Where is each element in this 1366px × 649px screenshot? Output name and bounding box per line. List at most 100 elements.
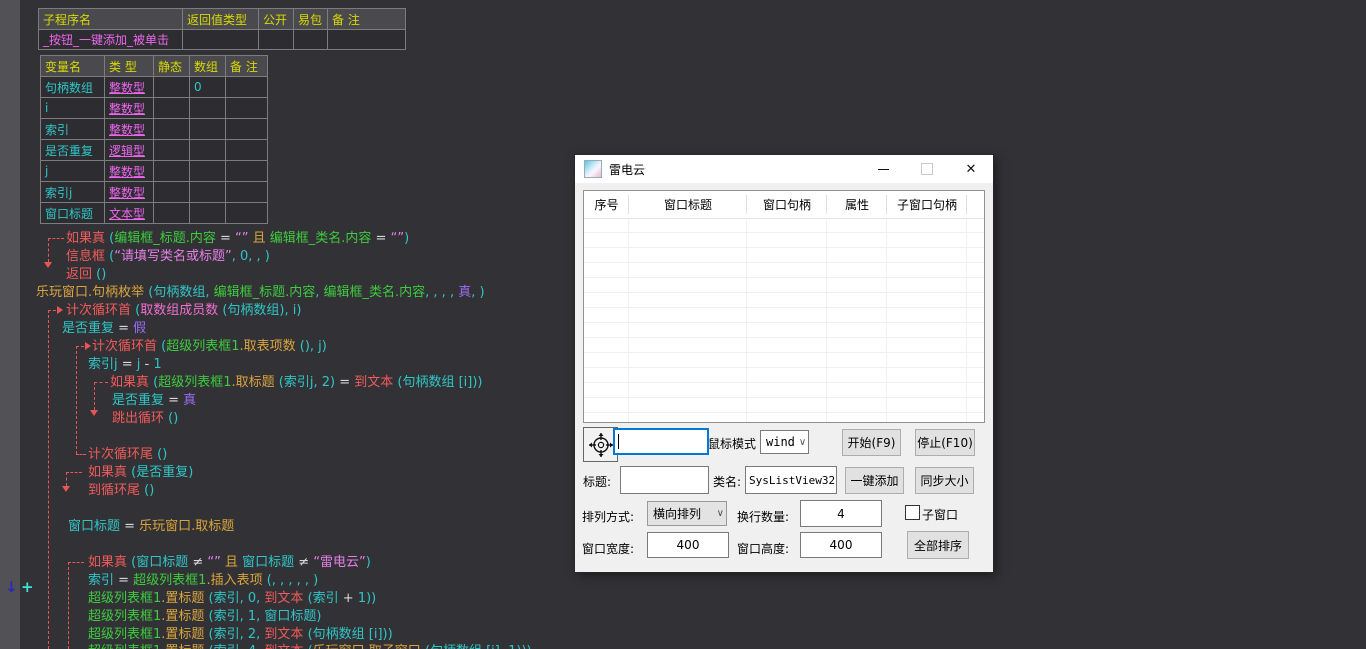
listview-gridline: [826, 218, 827, 422]
code-line[interactable]: 如果真 (是否重复): [88, 465, 193, 480]
mouse-mode-select[interactable]: wind ∨: [760, 430, 809, 454]
code-line[interactable]: 索引 = 超级列表框1.插入表项 (, , , , , ): [88, 573, 318, 588]
code-token: 编辑框_类名.内容: [324, 285, 426, 300]
code-line[interactable]: 乐玩窗口.句柄枚举 (句柄数组, 编辑框_标题.内容, 编辑框_类名.内容, ,…: [36, 285, 485, 300]
code-token: .置标题: [161, 609, 208, 624]
listview-gridline: [628, 218, 629, 422]
sort-all-button[interactable]: 全部排序: [907, 531, 969, 559]
flow-arrow-down-icon: [44, 262, 52, 268]
code-token: 编辑框_类名.内容: [270, 231, 372, 246]
child-window-checkbox[interactable]: [905, 505, 920, 520]
code-token: 超级列表框1: [88, 591, 161, 606]
code-token: 返回: [66, 267, 96, 282]
sync-size-button[interactable]: 同步大小: [915, 467, 974, 494]
code-token: (句柄数组), i): [222, 303, 301, 318]
flow-line-vertical: [48, 238, 49, 262]
code-token: =: [371, 231, 390, 246]
code-line[interactable]: 信息框 (“请填写类名或标题”, 0, , ): [66, 249, 270, 264]
code-token: 取数组成员数: [140, 303, 222, 318]
code-line[interactable]: 跳出循环 (): [112, 411, 178, 426]
one-key-add-button[interactable]: 一键添加: [845, 467, 904, 494]
code-line[interactable]: 到循环尾 (): [88, 483, 154, 498]
class-input[interactable]: SysListView32: [745, 466, 837, 494]
ldy-window: 雷电云 ✕ 序号窗口标题窗口句柄属性子窗口句柄: [575, 155, 993, 572]
code-line[interactable]: 返回 (): [66, 267, 106, 282]
code-token: “”: [235, 231, 248, 246]
start-button[interactable]: 开始(F9): [842, 429, 901, 456]
code-line[interactable]: 计次循环首 (取数组成员数 (句柄数组), i): [66, 303, 301, 318]
code-token: (句柄数组 [i])): [397, 375, 482, 390]
code-line[interactable]: 是否重复 = 真: [112, 393, 196, 408]
code-line[interactable]: 窗口标题 = 乐玩窗口.取标题: [68, 519, 234, 534]
code-token: =: [118, 321, 133, 336]
code-line[interactable]: 超级列表框1.置标题 (索引, 2, 到文本 (句柄数组 [i])): [88, 627, 393, 642]
chevron-down-icon: ∨: [717, 508, 724, 519]
listview-column-header[interactable]: 子窗口句柄: [887, 191, 967, 218]
code-line[interactable]: 超级列表框1.置标题 (索引, 1, 窗口标题): [88, 609, 322, 624]
code-line[interactable]: 计次循环首 (超级列表框1.取表项数 (), j): [92, 339, 327, 354]
flow-line-vertical: [76, 346, 77, 454]
wrap-count-input[interactable]: 4: [800, 500, 882, 527]
listview-column-header[interactable]: 窗口标题: [629, 191, 747, 218]
window-height-input[interactable]: 400: [800, 532, 882, 558]
flow-line-vertical: [68, 562, 69, 649]
code-line[interactable]: 索引j = j - 1: [88, 357, 162, 372]
code-token: .取标题: [232, 375, 279, 390]
code-token: 且: [221, 555, 242, 570]
code-token: 到文本: [264, 591, 307, 606]
window-width-input[interactable]: 400: [647, 532, 729, 558]
listview-column-header[interactable]: 窗口句柄: [747, 191, 827, 218]
code-token: =: [216, 231, 235, 246]
mouse-mode-value: wind: [766, 435, 795, 449]
code-line[interactable]: 超级列表框1.置标题 (索引, 0, 到文本 (索引 + 1)): [88, 591, 376, 606]
window-listview[interactable]: 序号窗口标题窗口句柄属性子窗口句柄: [583, 190, 985, 423]
flow-arrow-down-icon: [90, 410, 98, 416]
close-button[interactable]: ✕: [949, 155, 993, 183]
code-line[interactable]: 超级列表框1.置标题 (索引, 4, 到文本 (乐玩窗口.取子窗口 (句柄数组 …: [88, 644, 532, 649]
chevron-down-icon: ∨: [799, 437, 806, 448]
listview-body[interactable]: [584, 218, 984, 422]
text-caret: [618, 434, 619, 449]
code-token: 真: [458, 285, 471, 300]
code-line[interactable]: 是否重复 = 假: [62, 321, 146, 336]
maximize-button[interactable]: [905, 155, 949, 183]
title-input[interactable]: [620, 466, 709, 494]
code-line[interactable]: 如果真 (超级列表框1.取标题 (索引j, 2) = 到文本 (句柄数组 [i]…: [110, 375, 482, 390]
minimize-button[interactable]: [861, 155, 905, 183]
code-line[interactable]: 如果真 (窗口标题 ≠ “” 且 窗口标题 ≠ “雷电云”): [88, 555, 371, 570]
code-token: +: [343, 591, 358, 606]
code-token: , 0, , ): [232, 249, 270, 264]
code-token: “”: [207, 555, 220, 570]
listview-column-header[interactable]: 序号: [584, 191, 629, 218]
code-token: (是否重复): [131, 465, 193, 480]
wrap-count-label: 换行数量:: [737, 508, 789, 525]
listview-header[interactable]: 序号窗口标题窗口句柄属性子窗口句柄: [584, 191, 984, 219]
flow-line-horizontal: [76, 346, 84, 347]
window-height-label: 窗口高度:: [737, 540, 789, 557]
code-token: 计次循环尾: [88, 447, 157, 462]
code-token: .插入表项: [206, 573, 266, 588]
code-token: “请填写类名或标题”: [114, 249, 231, 264]
flow-arrow-right-icon: [57, 306, 63, 314]
code-token: 如果真: [66, 231, 109, 246]
code-token: 假: [133, 321, 146, 336]
listview-column-header[interactable]: 属性: [827, 191, 887, 218]
code-token: =: [122, 357, 137, 372]
code-token: 1: [153, 357, 161, 372]
code-token: (, , , , , ): [267, 573, 318, 588]
code-token: “”: [391, 231, 404, 246]
code-token: 超级列表框1: [158, 375, 231, 390]
stop-button[interactable]: 停止(F10): [915, 429, 975, 456]
capture-input[interactable]: [613, 428, 709, 455]
code-token: 超级列表框1: [88, 644, 161, 649]
code-token: 如果真: [88, 555, 131, 570]
code-line[interactable]: 计次循环尾 (): [88, 447, 167, 462]
code-token: 超级列表框1: [166, 339, 239, 354]
code-token: ≠: [298, 555, 313, 570]
flow-arrow-right-icon: [85, 342, 91, 350]
code-token: 编辑框_标题.内容: [114, 231, 216, 246]
code-line[interactable]: 如果真 (编辑框_标题.内容 = “” 且 编辑框_类名.内容 = “”): [66, 231, 409, 246]
code-token: “雷电云”: [313, 555, 365, 570]
arrange-mode-select[interactable]: 横向排列 ∨: [647, 501, 727, 526]
code-token: 是否重复: [112, 393, 168, 408]
